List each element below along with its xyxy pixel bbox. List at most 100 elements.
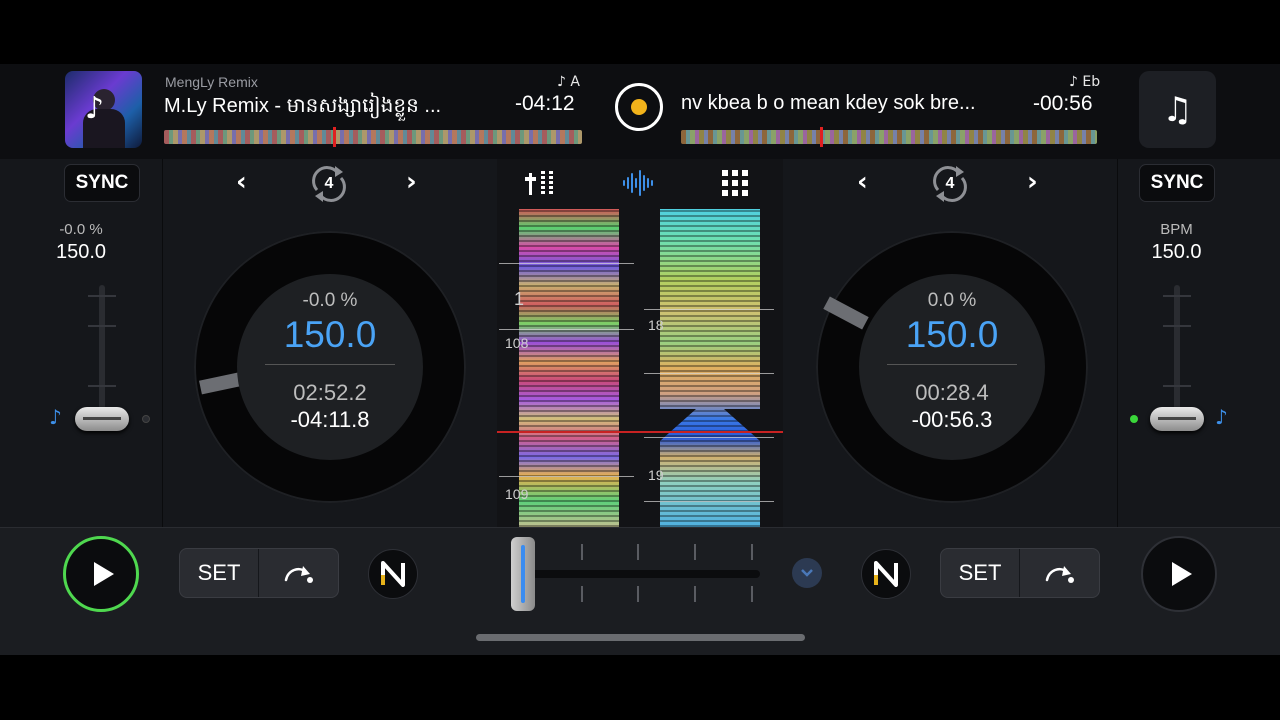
record-dot-icon xyxy=(631,99,647,115)
deck-b-platter-pitch: 0.0 % xyxy=(927,290,977,311)
deck-a-pitch-fader-track[interactable] xyxy=(99,285,105,425)
waveform-icon xyxy=(623,170,653,196)
deck-a-cover-art[interactable]: ♪ xyxy=(65,71,142,148)
crossfader-tick xyxy=(637,586,639,602)
deck-b-cover-art[interactable]: ♫ xyxy=(1139,71,1216,148)
deck-b-pitch-fader-track[interactable] xyxy=(1174,285,1180,425)
beat-grid-line xyxy=(644,373,774,374)
deck-a-jog-wheel[interactable]: -0.0 % 150.0 02:52.2 -04:11.8 xyxy=(194,231,466,503)
deck-b-platter-bpm: 150.0 xyxy=(905,314,999,355)
grid-icon xyxy=(722,170,748,196)
deck-a-remaining-time: -04:12 xyxy=(515,92,575,115)
crossfader-tick xyxy=(581,544,583,560)
n-icon xyxy=(874,561,898,587)
deck-a-scrolling-waveform[interactable] xyxy=(519,209,619,527)
deck-b-key: ♪ Eb xyxy=(1069,74,1101,90)
deck-a-sync-button[interactable]: SYNC xyxy=(64,164,140,202)
deck-a-loop-button[interactable]: 4 xyxy=(307,164,351,204)
deck-b-loop-prev-chevron-left-icon[interactable]: ‹ xyxy=(857,167,868,197)
play-icon xyxy=(93,562,114,586)
tab-mixer[interactable] xyxy=(521,166,561,200)
beat-grid-line xyxy=(644,437,774,438)
deck-b-elapsed-time: 00:28.4 xyxy=(915,380,989,405)
waveform-panel: 1 108 109 18 19 xyxy=(497,159,783,527)
deck-a-title[interactable]: M.Ly Remix - មានសង្សារៀងខ្លួន ... xyxy=(164,92,494,122)
crossfader-tick xyxy=(751,544,753,560)
play-icon xyxy=(1171,562,1192,586)
deck-a-bpm: 150.0 xyxy=(55,241,107,263)
key-lock-icon[interactable]: ♪ xyxy=(1215,405,1228,429)
deck-b-scrolling-waveform[interactable] xyxy=(660,209,760,527)
crossfader-tick xyxy=(751,586,753,602)
deck-b-platter-center: 0.0 % 150.0 00:28.4 -00:56.3 xyxy=(859,274,1045,460)
deck-a-play-button[interactable] xyxy=(63,536,139,612)
key-lock-icon[interactable]: ♪ xyxy=(49,405,62,429)
deck-b-cue-group: SET xyxy=(940,548,1100,598)
home-indicator[interactable] xyxy=(476,634,805,641)
crossfader-tick xyxy=(581,586,583,602)
deck-b-bpm-label: BPM xyxy=(1160,221,1193,238)
deck-b-bpm: 150.0 xyxy=(1151,241,1202,263)
deck-b: ‹ 4 › 0.0 % 150.0 00:28.4 -00:56.3 xyxy=(784,159,1117,527)
transport-bar: SET SET xyxy=(0,527,1280,655)
deck-a-platter-center: -0.0 % 150.0 02:52.2 -04:11.8 xyxy=(237,274,423,460)
crossfader-tick xyxy=(694,586,696,602)
deck-b-jump-cue-button[interactable] xyxy=(1020,549,1099,597)
deck-b-set-cue-button[interactable]: SET xyxy=(941,549,1020,597)
deck-a-pitch-fader-handle[interactable] xyxy=(75,407,129,431)
deck-b-sync-button[interactable]: SYNC xyxy=(1139,164,1215,202)
record-button[interactable] xyxy=(615,83,663,131)
deck-b-remaining-time: -00:56 xyxy=(1033,92,1093,115)
deck-a-platter-pitch: -0.0 % xyxy=(302,290,358,311)
divider xyxy=(265,364,395,365)
deck-a-pitch-percent: -0.0 % xyxy=(59,221,103,238)
deck-a-loop-size: 4 xyxy=(324,175,334,192)
divider xyxy=(887,364,1017,365)
deck-b-pitch-fader-handle[interactable] xyxy=(1150,407,1204,431)
deck-a-jump-cue-button[interactable] xyxy=(259,549,338,597)
crossfader-track[interactable] xyxy=(520,570,760,578)
deck-a-overview-waveform[interactable] xyxy=(164,130,582,144)
pitch-center-indicator xyxy=(142,415,150,423)
crossfader-tick xyxy=(637,544,639,560)
deck-a-key: ♪ A xyxy=(557,74,580,90)
deck-b-title[interactable]: nv kbea b o mean kdey sok bre... xyxy=(681,92,1021,115)
deck-b-beat-label: 19 xyxy=(648,467,664,483)
deck-b-loop-next-chevron-right-icon[interactable]: › xyxy=(1027,167,1038,197)
deck-a-beat-label: 108 xyxy=(505,335,529,351)
expand-chevron-down-icon[interactable] xyxy=(792,558,822,588)
tab-waveform[interactable] xyxy=(619,166,659,200)
deck-a-fx-button[interactable] xyxy=(368,549,418,599)
deck-b-platter-remaining: -00:56.3 xyxy=(911,407,993,432)
deck-b-overview-cursor xyxy=(820,127,823,147)
deck-a-overview-cursor xyxy=(333,127,336,147)
deck-a-cue-group: SET xyxy=(179,548,339,598)
center-tabs xyxy=(497,159,783,207)
deck-b-overview-waveform[interactable] xyxy=(681,130,1097,144)
jump-arrow-icon xyxy=(284,566,313,583)
deck-b-jog-wheel[interactable]: 0.0 % 150.0 00:28.4 -00:56.3 xyxy=(816,231,1088,503)
beat-grid-line xyxy=(499,476,634,477)
deck-b-loop-button[interactable]: 4 xyxy=(928,164,972,204)
jump-arrow-icon xyxy=(1045,566,1074,583)
deck-a-beat-label: 1 xyxy=(514,289,525,309)
deck-b-side-panel: SYNC BPM 150.0 ♪ xyxy=(1117,159,1280,580)
dj-app: ♪ MengLy Remix M.Ly Remix - មានសង្សារៀងខ… xyxy=(0,64,1280,655)
beat-grid-line xyxy=(499,263,634,264)
music-note-icon: ♪ xyxy=(85,91,105,126)
deck-b-fx-button[interactable] xyxy=(861,549,911,599)
deck-b-play-button[interactable] xyxy=(1141,536,1217,612)
deck-a-loop-next-chevron-right-icon[interactable]: › xyxy=(406,167,417,197)
crossfader-tick xyxy=(694,544,696,560)
deck-a-set-cue-button[interactable]: SET xyxy=(180,549,259,597)
deck-a: ‹ 4 › -0.0 % 150.0 02:52.2 -04:11.8 xyxy=(164,159,496,527)
deck-b-loop-size: 4 xyxy=(945,175,955,192)
deck-a-loop-prev-chevron-left-icon[interactable]: ‹ xyxy=(236,167,247,197)
deck-a-beat-label: 109 xyxy=(505,486,529,502)
crossfader-handle[interactable] xyxy=(511,537,535,611)
top-bar: ♪ MengLy Remix M.Ly Remix - មានសង្សារៀងខ… xyxy=(0,64,1280,159)
playhead xyxy=(497,431,783,433)
beat-grid-line xyxy=(499,329,634,330)
deck-a-elapsed-time: 02:52.2 xyxy=(293,380,367,405)
tab-grid[interactable] xyxy=(715,166,755,200)
